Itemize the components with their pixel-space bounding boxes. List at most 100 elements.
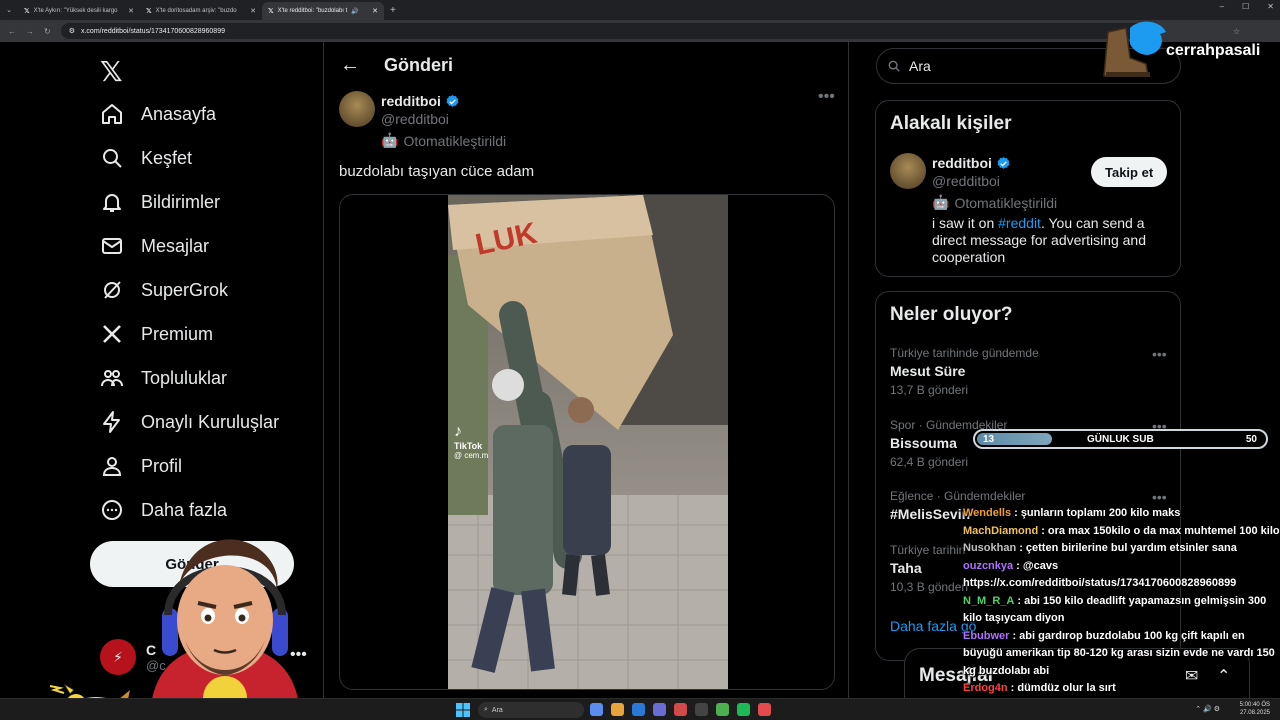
nav-label: Mesajlar [141, 235, 210, 256]
automated-label: 🤖 Otomatikleştirildi [381, 132, 506, 149]
author-handle[interactable]: @redditboi [381, 111, 449, 127]
relevant-people-panel: Alakalı kişiler redditboi @redditboi 🤖 Ot… [875, 100, 1181, 277]
nav-more[interactable]: Daha fazla [100, 498, 227, 522]
chat-username: Ebubwer [963, 629, 1010, 642]
address-bar[interactable]: ⚙ x.com/redditboi/status/1734170600828960… [60, 23, 1161, 39]
close-icon[interactable]: ✕ [128, 7, 134, 15]
windows-start-icon[interactable] [456, 703, 470, 717]
chat-text: : çetten birilerine bul yardım etsinler … [1019, 542, 1237, 554]
avatar[interactable] [890, 153, 926, 189]
tab-title: X'te Aykırı: "Yüksek desili kargo [33, 8, 118, 14]
trend-more-icon[interactable]: ••• [1152, 346, 1167, 362]
nav-profile[interactable]: Profil [100, 454, 182, 478]
clock-date: 27.08.2025 [1239, 710, 1270, 716]
audio-icon[interactable]: 🔊 [351, 8, 358, 15]
new-tab-button[interactable]: + [390, 5, 396, 16]
close-icon[interactable]: ✕ [250, 7, 256, 15]
trend-count: 62,4 B gönderi [890, 455, 969, 469]
browser-tab-3[interactable]: 𝕏 X'te redditboi: "buzdolabı t 🔊 ✕ [262, 2, 384, 20]
chrome-icon[interactable] [716, 703, 729, 716]
author-name-row[interactable]: redditboi [381, 93, 460, 109]
app-icon[interactable] [590, 703, 603, 716]
nav-label: SuperGrok [141, 279, 229, 300]
trend-item[interactable]: Türkiye tarihinde gündemde Mesut Süre 13… [890, 346, 1170, 397]
automated-text: Otomatikleştirildi [403, 132, 507, 149]
nav-premium[interactable]: Premium [100, 322, 213, 346]
app-icon[interactable] [632, 703, 645, 716]
author-avatar[interactable] [339, 91, 375, 127]
video-frame[interactable]: LUK ♪ TikTok @ cem.m [448, 195, 728, 689]
nav-explore[interactable]: Keşfet [100, 146, 192, 170]
app-icon[interactable] [653, 703, 666, 716]
boot-bird-logo-icon [1103, 21, 1166, 77]
post-more-icon[interactable]: ••• [818, 88, 835, 106]
site-info-icon[interactable]: ⚙ [69, 27, 75, 35]
nav-verified-orgs[interactable]: Onaylı Kuruluşlar [100, 410, 279, 434]
trend-more-icon[interactable]: ••• [1152, 489, 1167, 505]
browser-tab-1[interactable]: 𝕏 X'te Aykırı: "Yüksek desili kargo ✕ [18, 2, 140, 20]
follow-label: Takip et [1105, 164, 1154, 180]
chat-username: N_M_R_A [963, 594, 1015, 607]
minimize-icon[interactable]: – [1220, 2, 1224, 11]
panel-title: Alakalı kişiler [890, 113, 1012, 134]
verified-badge-icon [997, 156, 1010, 169]
relevant-name-row[interactable]: redditboi [932, 155, 1011, 171]
nav-supergrok[interactable]: SuperGrok [100, 278, 228, 302]
chat-message: ouzcnkya: @cavs https://x.com/redditboi/… [963, 558, 1280, 593]
taskbar-search[interactable]: ⌕ Ara [478, 702, 584, 718]
lightning-icon [103, 411, 120, 433]
nav-notifications[interactable]: Bildirimler [100, 190, 220, 214]
chat-username: ouzcnkya [963, 559, 1014, 572]
chat-username: Erdog4n [963, 682, 1008, 694]
app-icon[interactable] [674, 703, 687, 716]
back-arrow-icon[interactable]: ← [340, 54, 360, 77]
browser-tab-2[interactable]: 𝕏 X'te doritosadam arşiv: "buzdo ✕ [140, 2, 262, 20]
follow-button[interactable]: Takip et [1091, 157, 1168, 187]
chat-text: : dümdüz olur la sırt [1010, 682, 1116, 694]
x-favicon-icon: 𝕏 [268, 8, 274, 15]
chat-message: Ebubwer: abi gardırop buzdolabu 100 kg ç… [963, 628, 1280, 681]
panel-title: Neler oluyor? [890, 304, 1013, 325]
tab-title: X'te redditboi: "buzdolabı t [277, 8, 348, 14]
post-header: ← Gönderi [340, 54, 453, 77]
screen: { "browser": { "tabs": [ {"title": "X'te… [0, 0, 1280, 720]
search-icon [888, 60, 900, 72]
close-window-icon[interactable]: ✕ [1267, 2, 1274, 11]
grok-icon [104, 281, 121, 299]
reload-icon[interactable]: ↻ [44, 27, 51, 36]
app-icon[interactable] [695, 703, 708, 716]
person-icon [102, 457, 122, 476]
nav-label: Onaylı Kuruluşlar [141, 411, 280, 432]
home-icon [102, 104, 122, 124]
nav-messages[interactable]: Mesajlar [100, 234, 209, 258]
nav-label: Anasayfa [141, 103, 217, 124]
windows-taskbar: ⌕ Ara ⌃ 🔊 ⚙ 5:00:40 ÖS 27.08.2025 [0, 698, 1280, 720]
system-tray-icons[interactable]: ⌃ 🔊 ⚙ [1195, 705, 1220, 713]
spotify-icon[interactable] [737, 703, 750, 716]
chat-text: : şunların toplamı 200 kilo maks [1014, 507, 1181, 519]
x-logo-icon[interactable]: 𝕏 [100, 55, 123, 88]
post-media[interactable]: LUK ♪ TikTok @ cem.m [339, 194, 835, 690]
channel-overlay: cerrahpasali [1100, 18, 1280, 80]
nav-communities[interactable]: Topluluklar [100, 366, 227, 390]
nav-home[interactable]: Anasayfa [100, 102, 216, 126]
clock[interactable]: 5:00:40 ÖS 27.08.2025 [1240, 701, 1270, 717]
tab-search-icon[interactable]: ⌄ [0, 6, 18, 14]
relevant-handle[interactable]: @redditboi [932, 173, 1000, 189]
back-icon[interactable]: ← [8, 27, 16, 36]
folder-icon[interactable] [611, 703, 624, 716]
post-text: buzdolabı taşıyan cüce adam [339, 163, 535, 180]
close-icon[interactable]: ✕ [372, 7, 378, 15]
chat-text: : ora max 150kilo o da max muhtemel 100 … [1041, 524, 1280, 537]
nav-label: Daha fazla [141, 499, 228, 520]
taskbar-search-label: Ara [491, 706, 503, 714]
app-icon[interactable] [758, 703, 771, 716]
sub-goal-label: GÜNLUK SUB [1087, 434, 1154, 445]
verified-badge-icon [446, 94, 459, 107]
search-icon: ⌕ [484, 706, 488, 713]
video-content: LUK [448, 195, 728, 689]
forward-icon[interactable]: → [26, 27, 34, 36]
maximize-icon[interactable]: ☐ [1242, 2, 1249, 11]
browser-tabbar: ⌄ 𝕏 X'te Aykırı: "Yüksek desili kargo ✕ 𝕏X… [0, 0, 1280, 20]
hashtag-link[interactable]: #reddit [998, 215, 1041, 231]
